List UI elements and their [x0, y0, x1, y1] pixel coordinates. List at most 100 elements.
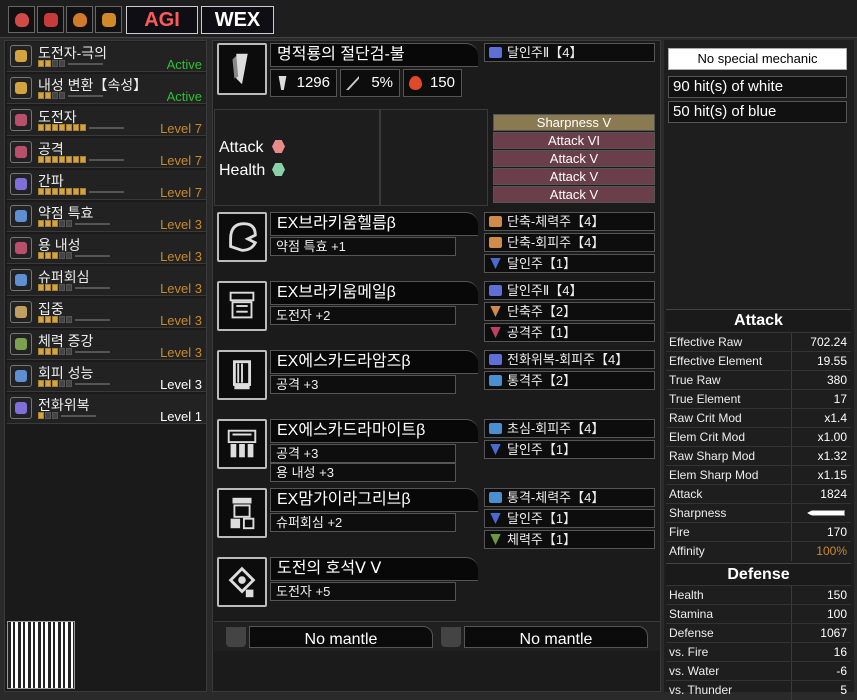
weapon-name[interactable]: 명적룡의 절단검-불 [270, 43, 478, 67]
stat-divider [791, 428, 792, 447]
skill-level: Level 3 [160, 281, 202, 296]
skill-pip [38, 156, 44, 163]
waist-skill: 용 내성 +3 [270, 463, 456, 482]
stat-value: 17 [833, 392, 847, 406]
defense-stats-header: Defense [666, 563, 851, 585]
skill-row[interactable]: 공격 Level 7 [7, 138, 206, 168]
chest-deco-slot[interactable]: 공격주【1】 [484, 323, 655, 342]
chest-name[interactable]: EX브라키움메일β [270, 281, 478, 305]
skill-track [75, 319, 110, 321]
skill-row[interactable]: 용 내성 Level 3 [7, 234, 206, 264]
skill-row[interactable]: 슈퍼회심 Level 3 [7, 266, 206, 296]
skill-track [61, 415, 96, 417]
mantle-slot[interactable]: No mantle [441, 626, 648, 648]
fire-monster-icon[interactable] [66, 6, 93, 33]
legs-deco-slot[interactable]: 체력주【1】 [484, 530, 655, 549]
skill-gem-icon [10, 301, 32, 323]
stat-row: Raw Sharp Mod x1.32 [666, 446, 851, 466]
skill-row[interactable]: 간파 Level 7 [7, 170, 206, 200]
skill-level-pips [38, 348, 72, 355]
skill-pip [59, 188, 65, 195]
skill-pip [45, 380, 51, 387]
legs-icon[interactable] [217, 488, 267, 538]
skill-pip [38, 316, 44, 323]
fire-monster-icon[interactable] [95, 6, 122, 33]
special-mechanic-box: No special mechanic [668, 48, 847, 70]
skill-row[interactable]: 약점 특효 Level 3 [7, 202, 206, 232]
fire-monster-icon[interactable] [37, 6, 64, 33]
skill-gem-icon [10, 77, 32, 99]
skill-row[interactable]: 체력 증강 Level 3 [7, 330, 206, 360]
stat-divider [791, 624, 792, 643]
skill-row[interactable]: 전화위복 Level 1 [7, 394, 206, 424]
weapon-deco-slot[interactable]: 달인주Ⅱ【4】 [484, 43, 655, 62]
waist-name[interactable]: EX에스카드라마이트β [270, 419, 478, 443]
stat-row: vs. Fire 16 [666, 642, 851, 662]
skill-pip [38, 252, 44, 259]
helm-deco-slot[interactable]: 단축-회피주【4】 [484, 233, 655, 252]
chest-icon[interactable] [217, 281, 267, 331]
sharpness-row: Attack V [493, 186, 655, 203]
waist-icon[interactable] [217, 419, 267, 469]
skill-track [75, 351, 110, 353]
skill-pip [52, 188, 58, 195]
skill-pip [52, 380, 58, 387]
legs-deco-slot[interactable]: 통격-체력주【4】 [484, 488, 655, 507]
skill-track [75, 383, 110, 385]
skill-pip [73, 124, 79, 131]
arms-name[interactable]: EX에스카드라암즈β [270, 350, 478, 374]
stat-row: Effective Element 19.55 [666, 351, 851, 371]
charm-icon[interactable] [217, 557, 267, 607]
skill-pip [59, 348, 65, 355]
skill-row[interactable]: 도전자 Level 7 [7, 106, 206, 136]
skill-pip [45, 252, 51, 259]
skill-level-pips [38, 316, 72, 323]
fire-monster-icon[interactable] [8, 6, 35, 33]
helm-name[interactable]: EX브라키움헬름β [270, 212, 478, 236]
legs-name[interactable]: EX맘가이라그리브β [270, 488, 478, 512]
agi-button[interactable]: AGI [126, 6, 198, 34]
stat-label: Health [669, 588, 704, 602]
stat-value: 100% [816, 544, 847, 558]
white-hits-field[interactable]: 90 hit(s) of white [668, 76, 847, 98]
arms-deco-slot[interactable]: 통격주【2】 [484, 371, 655, 390]
chest-deco-slot[interactable]: 달인주Ⅱ【4】 [484, 281, 655, 300]
skill-row[interactable]: 도전자-극의 Active [7, 42, 206, 72]
skill-row[interactable]: 내성 변환【속성】 Active [7, 74, 206, 104]
skill-pip [73, 188, 79, 195]
great-sword-icon[interactable] [217, 43, 267, 95]
arms-icon[interactable] [217, 350, 267, 400]
legs-deco-slot[interactable]: 달인주【1】 [484, 509, 655, 528]
stat-row: Elem Sharp Mod x1.15 [666, 465, 851, 485]
helm-deco-slot[interactable]: 달인주【1】 [484, 254, 655, 273]
qr-code[interactable] [7, 621, 75, 689]
charm-name[interactable]: 도전의 호석Ⅴ Ⅴ [270, 557, 478, 581]
waist-deco-slot[interactable]: 초심-회피주【4】 [484, 419, 655, 438]
skill-pip [80, 124, 86, 131]
stat-divider [791, 504, 792, 523]
skill-pip [66, 188, 72, 195]
waist-deco-slot[interactable]: 달인주【1】 [484, 440, 655, 459]
chest-deco-slot[interactable]: 단축주【2】 [484, 302, 655, 321]
stat-value: 100 [826, 607, 847, 621]
skill-pip [45, 412, 51, 419]
skill-row[interactable]: 회피 성능 Level 3 [7, 362, 206, 392]
skill-level: Active [166, 57, 202, 72]
skill-pip [45, 316, 51, 323]
wex-button[interactable]: WEX [201, 6, 274, 34]
mantle-slot[interactable]: No mantle [226, 626, 433, 648]
arms-deco-slot[interactable]: 전화위복-회피주【4】 [484, 350, 655, 369]
skill-pip [45, 60, 51, 67]
skill-level-pips [38, 188, 86, 195]
helm-icon[interactable] [217, 212, 267, 262]
legs-skill: 슈퍼회심 +2 [270, 513, 456, 532]
skill-row[interactable]: 집중 Level 3 [7, 298, 206, 328]
helm-deco-slot[interactable]: 단축-체력주【4】 [484, 212, 655, 231]
skill-track [68, 95, 103, 97]
skill-pip [52, 92, 58, 99]
blue-hits-field[interactable]: 50 hit(s) of blue [668, 101, 847, 123]
skill-pip [52, 124, 58, 131]
skill-gem-icon [10, 45, 32, 67]
skill-track [89, 159, 124, 161]
skill-level: Level 3 [160, 313, 202, 328]
